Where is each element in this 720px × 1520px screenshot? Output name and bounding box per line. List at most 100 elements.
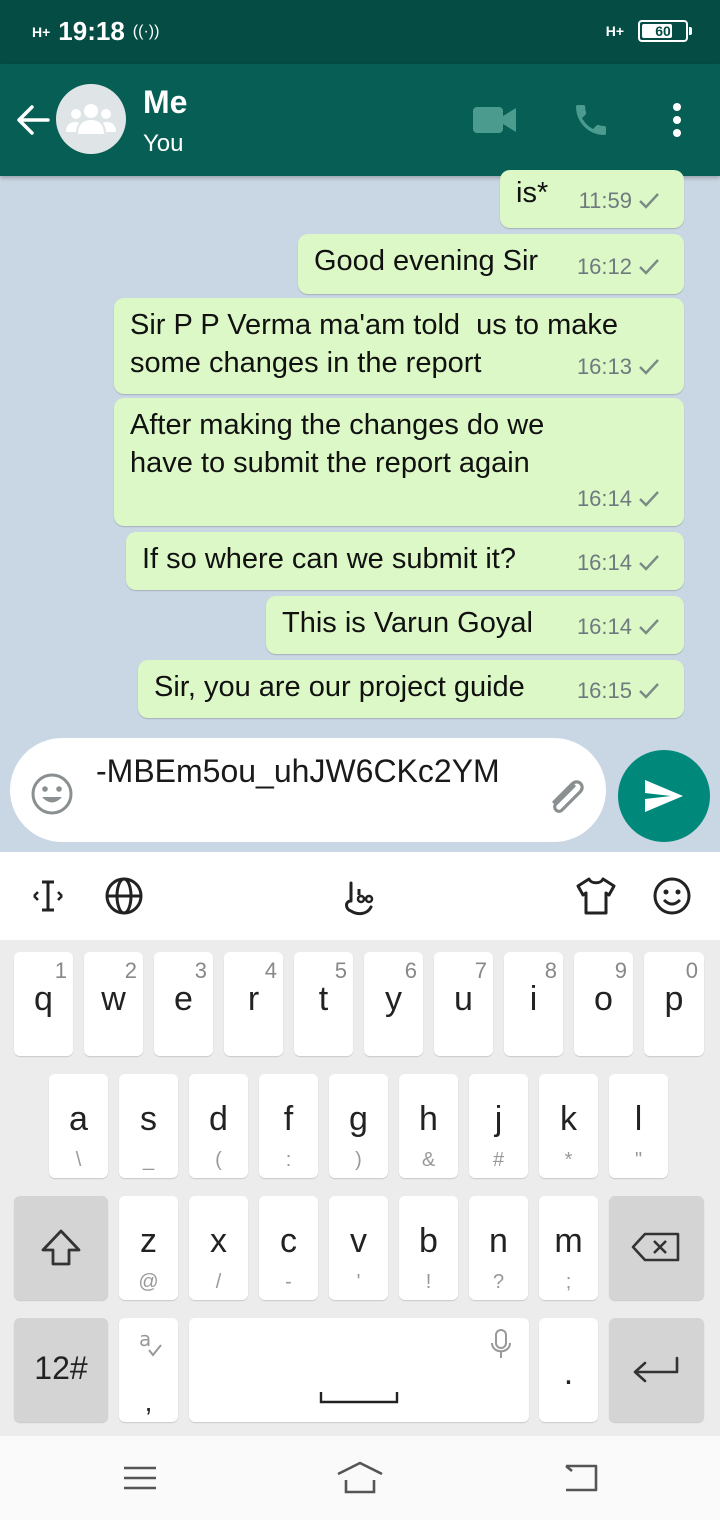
back-nav-button[interactable] (556, 1454, 604, 1502)
message-text: This is Varun Goyal (282, 607, 533, 639)
key-k[interactable]: k * (539, 1074, 598, 1178)
key-label: j (494, 1100, 503, 1138)
message-input-value: -MBEm5ou_uhJW6CKc2YM (96, 753, 500, 789)
recent-apps-button[interactable] (116, 1454, 164, 1502)
key-x[interactable]: x / (189, 1196, 248, 1300)
key-label: x (210, 1222, 227, 1260)
key-g[interactable]: g ) (329, 1074, 388, 1178)
cursor-tool-button[interactable] (24, 872, 72, 920)
key-secondary: \ (75, 1149, 82, 1171)
key-i[interactable]: 8 i (504, 952, 563, 1056)
arrow-left-icon (17, 105, 50, 135)
key-secondary: ! (425, 1271, 432, 1293)
hand-touch-icon (345, 881, 374, 916)
key-label: u (454, 980, 473, 1018)
key-label: 12# (34, 1350, 88, 1386)
emoji-panel-button[interactable] (648, 872, 696, 920)
key-t[interactable]: 5 t (294, 952, 353, 1056)
key-q[interactable]: 1 q (14, 952, 73, 1056)
keyboard-toolbar (0, 852, 720, 940)
home-icon (337, 1461, 383, 1494)
key-label: o (594, 980, 613, 1018)
key-s[interactable]: s _ (119, 1074, 178, 1178)
message-text: Good evening Sir (314, 245, 539, 277)
message-bubble[interactable]: Good evening Sir 16:12 (298, 234, 684, 294)
single-tick-icon (639, 193, 659, 209)
key-j[interactable]: j # (469, 1074, 528, 1178)
single-tick-icon (639, 359, 659, 375)
shift-key[interactable] (14, 1196, 108, 1300)
comma-key[interactable]: a , (119, 1318, 178, 1422)
key-l[interactable]: l " (609, 1074, 668, 1178)
video-call-button[interactable] (470, 96, 520, 144)
avatar[interactable] (56, 84, 126, 154)
contact-name[interactable]: Me (143, 84, 187, 121)
key-secondary: ( (215, 1149, 222, 1171)
key-b[interactable]: b ! (399, 1196, 458, 1300)
single-tick-icon (639, 683, 659, 699)
key-u[interactable]: 7 u (434, 952, 493, 1056)
key-w[interactable]: 2 w (84, 952, 143, 1056)
key-h[interactable]: h & (399, 1074, 458, 1178)
numbers-key[interactable]: 12# (14, 1318, 108, 1422)
message-bubble[interactable]: Sir, you are our project guide 16:15 (138, 660, 684, 718)
key-label: f (283, 1100, 294, 1138)
emoji-button[interactable] (30, 772, 74, 816)
key-secondary: ; (565, 1271, 572, 1293)
message-meta: 11:59 (579, 182, 660, 220)
backspace-key[interactable] (609, 1196, 704, 1300)
key-c[interactable]: c - (259, 1196, 318, 1300)
key-label: w (101, 980, 126, 1018)
language-button[interactable] (100, 872, 148, 920)
space-key[interactable] (189, 1318, 529, 1422)
menu-icon (124, 1466, 156, 1490)
status-left: H+ 19:18 ((·)) (32, 16, 159, 47)
send-button[interactable] (618, 750, 710, 842)
key-e[interactable]: 3 e (154, 952, 213, 1056)
key-m[interactable]: m ; (539, 1196, 598, 1300)
phone-icon (576, 105, 606, 135)
message-meta: 16:14 (577, 480, 660, 518)
message-text: is* (516, 177, 549, 209)
message-input[interactable]: -MBEm5ou_uhJW6CKc2YM (10, 738, 606, 842)
key-r[interactable]: 4 r (224, 952, 283, 1056)
gesture-button[interactable] (334, 872, 382, 920)
enter-key[interactable] (609, 1318, 704, 1422)
voice-call-button[interactable] (566, 96, 616, 144)
attach-button[interactable] (542, 772, 588, 818)
key-label: . (563, 1354, 574, 1392)
theme-button[interactable] (572, 872, 620, 920)
navigation-bar (0, 1436, 720, 1520)
key-p[interactable]: 0 p (644, 952, 704, 1056)
key-label: n (489, 1222, 508, 1260)
more-options-button[interactable] (652, 96, 702, 144)
spell-check-icon: a (139, 1328, 162, 1357)
period-key[interactable]: . (539, 1318, 598, 1422)
message-meta: 16:14 (577, 544, 660, 582)
key-d[interactable]: d ( (189, 1074, 248, 1178)
message-bubble[interactable]: After making the changes do we have to s… (114, 398, 684, 526)
key-secondary: / (215, 1271, 222, 1293)
key-label: m (554, 1222, 583, 1260)
key-o[interactable]: 9 o (574, 952, 633, 1056)
message-bubble[interactable]: This is Varun Goyal 16:14 (266, 596, 684, 654)
key-z[interactable]: z @ (119, 1196, 178, 1300)
single-tick-icon (639, 259, 659, 275)
smiley-icon (653, 877, 691, 915)
key-label: b (419, 1222, 438, 1260)
key-f[interactable]: f : (259, 1074, 318, 1178)
back-button[interactable] (12, 96, 56, 144)
key-a[interactable]: a \ (49, 1074, 108, 1178)
key-label: , (144, 1386, 153, 1417)
key-n[interactable]: n ? (469, 1196, 528, 1300)
mic-icon (491, 1329, 511, 1358)
emoji-icon (31, 773, 73, 815)
key-y[interactable]: 6 y (364, 952, 423, 1056)
message-bubble[interactable]: If so where can we submit it? 16:14 (126, 532, 684, 590)
key-v[interactable]: v ' (329, 1196, 388, 1300)
message-bubble[interactable]: is* 11:59 (500, 170, 684, 228)
globe-icon (105, 877, 143, 915)
shift-icon (41, 1229, 81, 1266)
home-button[interactable] (336, 1454, 384, 1502)
message-bubble[interactable]: Sir P P Verma ma'am told us to make some… (114, 298, 684, 394)
